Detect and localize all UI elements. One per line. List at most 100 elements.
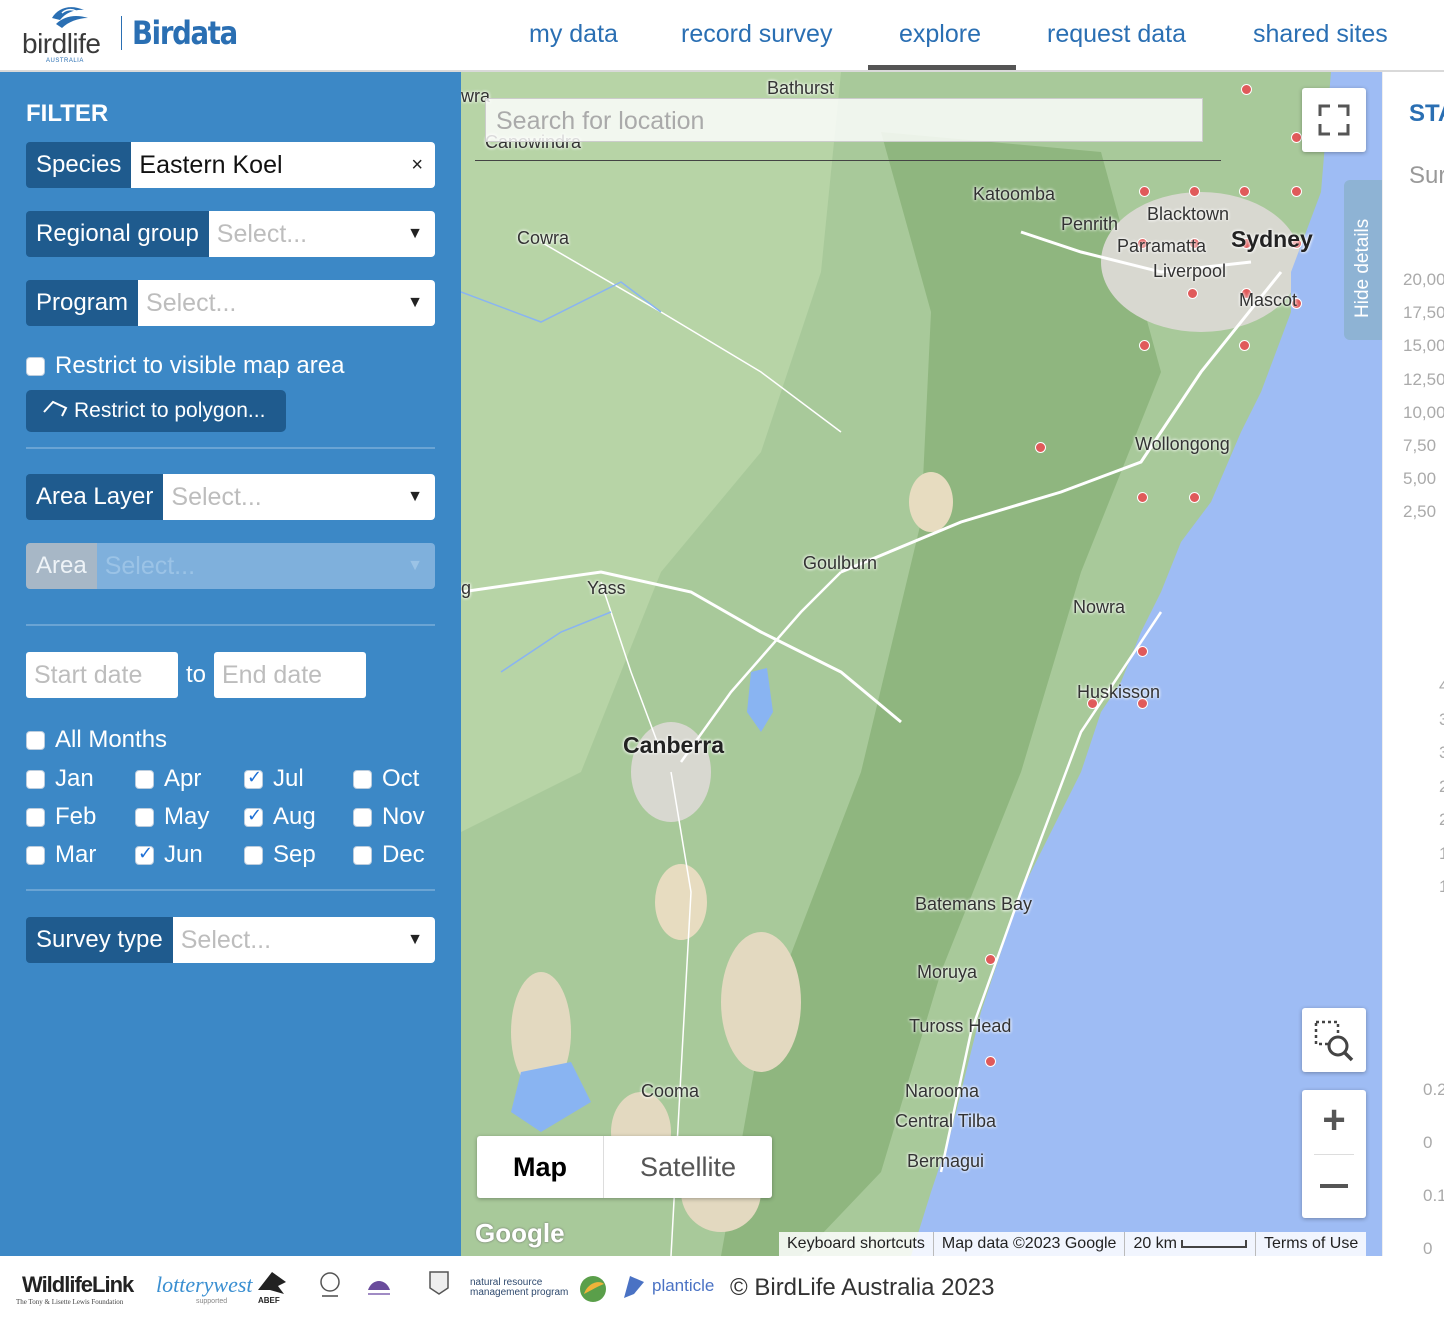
location-search-input[interactable]: Search for location <box>485 98 1203 142</box>
survey-type-select[interactable]: Survey type Select... ▼ <box>26 917 435 963</box>
month-checkbox-oct[interactable]: Oct <box>353 765 419 793</box>
checkbox-box[interactable] <box>244 767 263 789</box>
app-title[interactable]: Birdata <box>132 14 238 52</box>
sighting-marker[interactable] <box>1189 186 1200 197</box>
survey-type-box[interactable]: Select... ▼ <box>172 917 435 963</box>
area-layer-placeholder: Select... <box>171 483 262 511</box>
abef-logo[interactable]: ABEF <box>258 1296 280 1305</box>
map-attribution: Keyboard shortcuts Map data ©2023 Google… <box>779 1232 1367 1256</box>
planticle-logo[interactable]: planticle <box>652 1276 714 1296</box>
hide-details-tab[interactable]: Hide details <box>1344 180 1382 340</box>
sighting-marker[interactable] <box>1239 186 1250 197</box>
regional-group-box[interactable]: Select... ▼ <box>208 211 435 257</box>
zoom-out-button[interactable] <box>1302 1154 1366 1218</box>
zoom-to-area-button[interactable] <box>1302 1008 1366 1072</box>
sighting-marker[interactable] <box>1137 646 1148 657</box>
divider <box>26 447 435 449</box>
map-type-map[interactable]: Map <box>477 1136 604 1198</box>
checkbox-box[interactable] <box>26 356 45 376</box>
all-months-checkbox[interactable]: All Months <box>26 726 167 754</box>
nav-shared-sites[interactable]: shared sites <box>1253 20 1388 49</box>
map-view[interactable]: BathurstCanowindraCowraKatoombaPenrithBl… <box>461 72 1382 1256</box>
axis-tick-label: 0.2 <box>1423 1080 1444 1099</box>
start-date-input[interactable]: Start date <box>26 652 178 698</box>
checkbox-box[interactable] <box>26 807 45 827</box>
checkbox-box[interactable] <box>26 769 45 789</box>
checkbox-box[interactable] <box>244 805 263 827</box>
month-checkbox-feb[interactable]: Feb <box>26 803 96 831</box>
month-checkbox-jun[interactable]: Jun <box>135 841 203 869</box>
sighting-marker[interactable] <box>1137 492 1148 503</box>
month-checkbox-apr[interactable]: Apr <box>135 765 201 793</box>
checkbox-box[interactable] <box>353 845 372 865</box>
nav-request-data[interactable]: request data <box>1047 20 1186 49</box>
species-select[interactable]: Species Eastern Koel × <box>26 142 435 188</box>
terms-link[interactable]: Terms of Use <box>1255 1232 1366 1256</box>
end-date-input[interactable]: End date <box>214 652 366 698</box>
sighting-marker[interactable] <box>1291 186 1302 197</box>
fullscreen-button[interactable] <box>1302 88 1366 152</box>
wildlifelink-logo[interactable]: WildlifeLink <box>22 1272 134 1298</box>
natural-resources-logo-icon[interactable] <box>364 1272 394 1298</box>
nav-explore[interactable]: explore <box>899 20 981 49</box>
lotterywest-logo[interactable]: lotterywest <box>156 1272 253 1298</box>
map-type-satellite[interactable]: Satellite <box>604 1136 772 1198</box>
month-checkbox-mar[interactable]: Mar <box>26 841 96 869</box>
program-box[interactable]: Select... ▼ <box>138 280 435 326</box>
month-checkbox-jan[interactable]: Jan <box>26 765 94 793</box>
sighting-marker[interactable] <box>1139 340 1150 351</box>
restrict-visible-checkbox[interactable]: Restrict to visible map area <box>26 352 344 380</box>
regional-group-select[interactable]: Regional group Select... ▼ <box>26 211 435 257</box>
place-label-wollongong: Wollongong <box>1135 434 1230 454</box>
area-layer-box[interactable]: Select... ▼ <box>163 474 435 520</box>
checkbox-box[interactable] <box>353 807 372 827</box>
axis-tick-label: 15,00 <box>1403 336 1444 356</box>
area-layer-select[interactable]: Area Layer Select... ▼ <box>26 474 435 520</box>
month-checkbox-nov[interactable]: Nov <box>353 803 425 831</box>
nav-my-data[interactable]: my data <box>529 20 618 49</box>
copyright-text: © BirdLife Australia 2023 <box>730 1274 995 1301</box>
axis-tick-label: 2 <box>1439 810 1444 830</box>
map-scale[interactable]: 20 km <box>1124 1232 1255 1256</box>
checkbox-box[interactable] <box>26 845 45 865</box>
place-label-bathurst: Bathurst <box>767 78 835 98</box>
nrm-leaf-icon <box>580 1276 606 1302</box>
sa-government-crest-icon[interactable] <box>316 1270 344 1300</box>
restrict-polygon-button[interactable]: Restrict to polygon... <box>26 390 286 432</box>
program-select[interactable]: Program Select... ▼ <box>26 280 435 326</box>
sighting-marker[interactable] <box>1241 84 1252 95</box>
axis-tick-label: 0 <box>1423 1133 1433 1152</box>
checkbox-box[interactable] <box>353 769 372 789</box>
checkbox-box[interactable] <box>135 843 154 865</box>
sighting-marker[interactable] <box>985 954 996 965</box>
checkbox-box[interactable] <box>135 807 154 827</box>
month-checkbox-jul[interactable]: Jul <box>244 765 304 793</box>
zoom-in-button[interactable]: + <box>1302 1090 1366 1154</box>
map-data-text: Map data ©2023 Google <box>932 1232 1125 1256</box>
sighting-marker[interactable] <box>985 1056 996 1067</box>
species-value[interactable]: Eastern Koel × <box>131 142 435 188</box>
birdlife-logo[interactable]: birdlife AUSTRALIA <box>22 4 118 66</box>
area-box: Select... ▼ <box>96 543 435 589</box>
sighting-marker[interactable] <box>1139 186 1150 197</box>
sighting-marker[interactable] <box>1187 288 1198 299</box>
program-label: Program <box>26 280 139 326</box>
month-checkbox-may[interactable]: May <box>135 803 209 831</box>
sighting-marker[interactable] <box>1189 492 1200 503</box>
keyboard-shortcuts-link[interactable]: Keyboard shortcuts <box>779 1232 933 1256</box>
nrm-program-logo[interactable]: natural resource management program <box>470 1278 574 1298</box>
axis-tick-label: 0.1 <box>1423 1186 1444 1205</box>
place-label-katoomba: Katoomba <box>973 184 1056 204</box>
sighting-marker[interactable] <box>1291 132 1302 143</box>
checkbox-box[interactable] <box>244 845 263 865</box>
month-checkbox-dec[interactable]: Dec <box>353 841 425 869</box>
clear-icon[interactable]: × <box>411 142 423 188</box>
checkbox-box[interactable] <box>26 730 45 750</box>
nav-record-survey[interactable]: record survey <box>681 20 832 49</box>
sighting-marker[interactable] <box>1035 442 1046 453</box>
wa-government-crest-icon[interactable] <box>424 1268 454 1300</box>
checkbox-box[interactable] <box>135 769 154 789</box>
month-checkbox-aug[interactable]: Aug <box>244 803 316 831</box>
sighting-marker[interactable] <box>1239 340 1250 351</box>
month-checkbox-sep[interactable]: Sep <box>244 841 316 869</box>
